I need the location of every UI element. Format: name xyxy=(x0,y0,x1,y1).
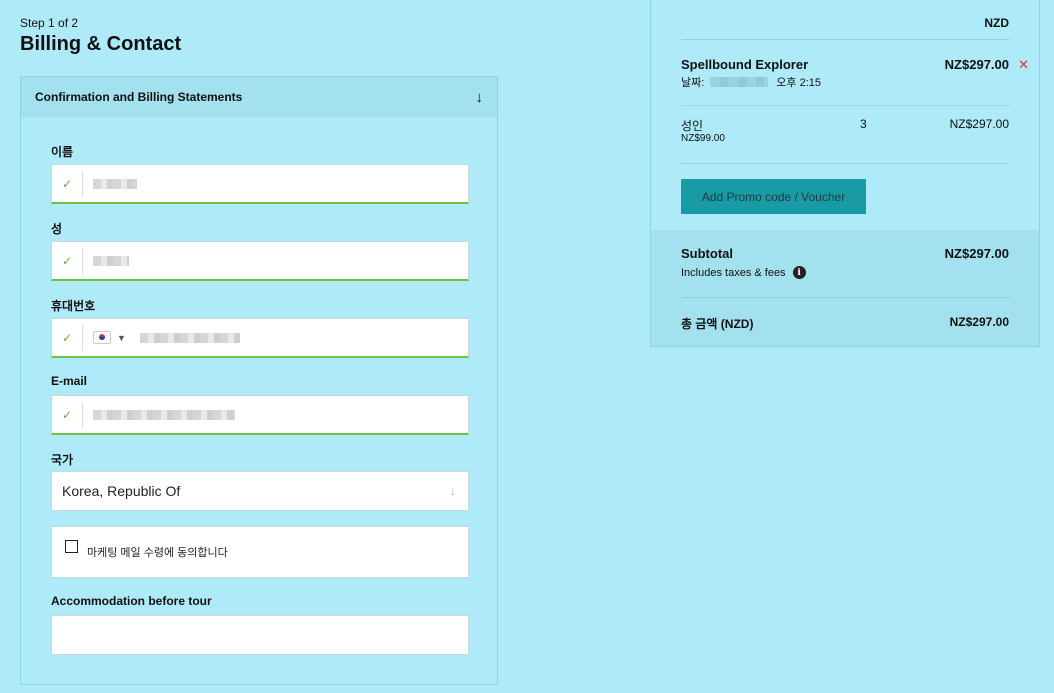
marketing-consent: 마케팅 메일 수령에 동의합니다 xyxy=(51,526,469,578)
first-name-field[interactable]: ✓ xyxy=(51,164,469,204)
caret-down-icon: ▼ xyxy=(117,332,126,343)
close-icon[interactable]: ✕ xyxy=(1018,57,1029,73)
korea-flag-icon xyxy=(93,331,111,344)
last-name-field[interactable]: ✓ xyxy=(51,241,469,281)
accommodation-input[interactable] xyxy=(51,615,469,655)
divider xyxy=(681,163,1009,164)
country-code-picker[interactable]: ▼ xyxy=(83,331,136,344)
check-icon: ✓ xyxy=(52,401,83,428)
total-label: 총 금액 (NZD) xyxy=(681,317,754,331)
check-icon: ✓ xyxy=(52,170,83,197)
divider xyxy=(681,39,1009,40)
total-value: NZ$297.00 xyxy=(949,315,1009,329)
divider xyxy=(681,105,1009,106)
subtotal-value: NZ$297.00 xyxy=(944,246,1009,261)
country-label: 국가 xyxy=(51,453,74,467)
redacted-value xyxy=(93,255,129,266)
product-price: NZ$297.00 xyxy=(944,57,1009,72)
last-name-label: 성 xyxy=(51,222,63,236)
date-label: 날짜: xyxy=(681,77,705,89)
redacted-value xyxy=(139,332,240,343)
booking-time: 오후 2:15 xyxy=(776,77,822,89)
accommodation-label: Accommodation before tour xyxy=(51,594,212,608)
billing-accordion-header[interactable]: Confirmation and Billing Statements ↓ xyxy=(21,77,497,117)
accordion-title: Confirmation and Billing Statements xyxy=(35,90,243,104)
country-selected-value: Korea, Republic Of xyxy=(62,483,181,499)
add-promo-button[interactable]: Add Promo code / Voucher xyxy=(681,179,866,214)
arrow-down-icon: ↓ xyxy=(475,88,484,106)
ticket-type: 성인 xyxy=(681,119,704,133)
country-select[interactable]: Korea, Republic Of ↓ xyxy=(51,471,469,511)
chevron-down-icon: ↓ xyxy=(450,484,456,498)
first-name-label: 이름 xyxy=(51,145,74,159)
booking-date: 날짜: 오후 2:15 xyxy=(681,74,821,90)
redacted-value xyxy=(93,178,137,189)
step-indicator: Step 1 of 2 xyxy=(20,16,79,30)
email-field[interactable]: ✓ xyxy=(51,395,469,435)
order-summary: NZD Spellbound Explorer NZ$297.00 ✕ 날짜: … xyxy=(650,0,1040,347)
redacted-value xyxy=(93,409,235,420)
product-name: Spellbound Explorer xyxy=(681,57,809,72)
taxes-note: Includes taxes & fees i xyxy=(681,266,806,279)
redacted-date xyxy=(710,77,769,87)
email-label: E-mail xyxy=(51,374,88,388)
marketing-label: 마케팅 메일 수령에 동의합니다 xyxy=(87,547,228,559)
currency-label: NZD xyxy=(984,16,1009,30)
divider xyxy=(681,297,1009,298)
marketing-checkbox[interactable] xyxy=(65,540,78,553)
billing-form: Confirmation and Billing Statements ↓ 이름… xyxy=(20,76,498,685)
ticket-unit-price: NZ$99.00 xyxy=(681,133,725,144)
check-icon: ✓ xyxy=(52,247,83,274)
phone-field[interactable]: ✓ ▼ xyxy=(51,318,469,358)
phone-label: 휴대번호 xyxy=(51,299,96,313)
info-icon[interactable]: i xyxy=(792,266,806,279)
subtotal-label: Subtotal xyxy=(681,246,733,261)
ticket-quantity: 3 xyxy=(860,117,867,131)
totals-panel: Subtotal NZ$297.00 Includes taxes & fees… xyxy=(651,230,1039,346)
ticket-total: NZ$297.00 xyxy=(949,117,1009,131)
check-icon: ✓ xyxy=(52,324,83,351)
page-title: Billing & Contact xyxy=(20,33,182,55)
taxes-note-text: Includes taxes & fees xyxy=(681,266,786,279)
